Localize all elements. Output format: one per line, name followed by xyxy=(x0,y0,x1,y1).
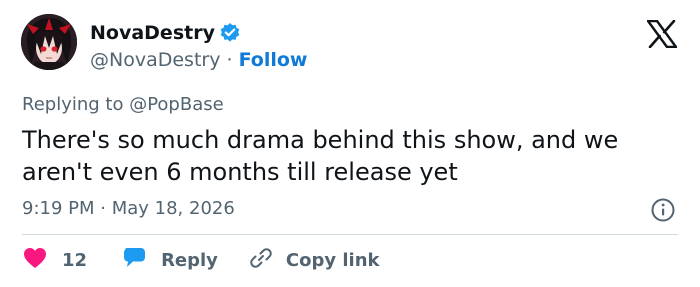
handle-separator: · xyxy=(226,49,239,71)
action-bar: 12 Reply Copy link xyxy=(22,246,380,274)
name-row: NovaDestry xyxy=(90,21,241,45)
user-handle[interactable]: @NovaDestry xyxy=(90,49,220,71)
handle-row: @NovaDestry · Follow xyxy=(90,48,308,72)
heart-icon xyxy=(22,246,48,275)
tweet-text-line: There's so much drama behind this show, … xyxy=(22,126,619,154)
reply-button[interactable]: Reply xyxy=(121,246,218,275)
avatar[interactable] xyxy=(21,14,77,70)
timestamp[interactable]: 9:19 PM · May 18, 2026 xyxy=(22,198,235,220)
speech-bubble-icon xyxy=(121,246,147,275)
divider xyxy=(22,234,678,235)
reply-label: Reply xyxy=(161,249,218,271)
info-icon[interactable] xyxy=(650,197,676,223)
verified-badge-icon xyxy=(219,22,241,44)
link-icon xyxy=(248,246,274,275)
tweet-time: 9:19 PM xyxy=(22,198,95,219)
like-count: 12 xyxy=(62,249,88,271)
display-name[interactable]: NovaDestry xyxy=(90,21,215,45)
tweet-date: May 18, 2026 xyxy=(111,198,235,219)
replying-to[interactable]: Replying to @PopBase xyxy=(22,94,224,116)
tweet-text-line: aren't even 6 months till release yet xyxy=(22,158,458,186)
copy-link-button[interactable]: Copy link xyxy=(248,246,380,275)
like-button[interactable]: 12 xyxy=(22,246,87,275)
date-separator: · xyxy=(100,198,112,219)
copy-link-label: Copy link xyxy=(285,249,380,271)
tweet-card: NovaDestry @NovaDestry · Follow Replying… xyxy=(0,0,700,287)
tweet-text: There's so much drama behind this show, … xyxy=(22,124,682,188)
x-logo-icon[interactable] xyxy=(646,19,678,49)
follow-button[interactable]: Follow xyxy=(239,49,308,71)
